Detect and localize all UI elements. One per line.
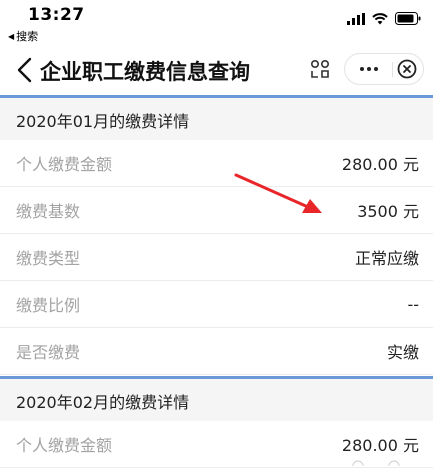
row-value: 3500 元 — [357, 202, 419, 221]
back-triangle-icon: ◀ — [8, 31, 15, 41]
back-to-app-link[interactable]: ◀ 搜索 — [8, 28, 38, 44]
row-label: 缴费基数 — [16, 202, 81, 221]
back-chevron-icon[interactable] — [14, 57, 36, 83]
annotation-arrow-icon — [234, 173, 322, 213]
more-button[interactable] — [353, 58, 385, 80]
scan-icon — [310, 59, 330, 78]
section-title: 2020年02月的缴费详情 — [0, 379, 433, 421]
detail-row: 是否缴费 实缴 — [0, 328, 433, 375]
row-value: 280.00 元 — [341, 155, 419, 174]
row-value: 280.00 元 — [341, 436, 419, 455]
floating-toolbar-icon — [352, 460, 400, 466]
section-title: 2020年01月的缴费详情 — [0, 98, 433, 140]
row-label: 缴费比例 — [16, 296, 81, 315]
row-value: -- — [407, 294, 419, 314]
detail-row: 缴费比例 -- — [0, 281, 433, 328]
row-value: 实缴 — [386, 343, 419, 362]
row-label: 缴费类型 — [16, 249, 81, 268]
detail-row: 个人缴费金额 280.00 元 — [0, 140, 433, 187]
row-value: 正常应缴 — [354, 249, 419, 268]
status-icons — [347, 12, 421, 25]
payment-section: 2020年02月的缴费详情 个人缴费金额 280.00 元 — [0, 376, 433, 468]
row-label: 个人缴费金额 — [16, 155, 113, 174]
status-bar: 13:27 ◀ 搜索 — [0, 0, 433, 45]
status-time: 13:27 — [28, 5, 85, 25]
capsule-menu — [344, 53, 424, 85]
row-label: 是否缴费 — [16, 343, 81, 362]
more-icon-dot — [360, 67, 364, 71]
close-icon — [397, 59, 417, 79]
capsule-divider — [392, 62, 393, 77]
more-icon-dot — [367, 67, 371, 71]
battery-icon — [395, 12, 421, 25]
row-label: 个人缴费金额 — [16, 436, 113, 455]
payment-section: 2020年01月的缴费详情 个人缴费金额 280.00 元 缴费基数 3500 … — [0, 95, 433, 375]
back-app-label: 搜索 — [16, 30, 39, 43]
nav-bar: 企业职工缴费信息查询 — [0, 45, 433, 95]
close-button[interactable] — [396, 58, 418, 80]
scan-button[interactable] — [306, 55, 334, 83]
detail-row: 缴费类型 正常应缴 — [0, 234, 433, 281]
more-icon-dot — [374, 67, 378, 71]
wifi-icon — [372, 12, 388, 24]
detail-row: 缴费基数 3500 元 — [0, 187, 433, 234]
page-title: 企业职工缴费信息查询 — [40, 60, 250, 84]
signal-icon — [347, 12, 365, 25]
